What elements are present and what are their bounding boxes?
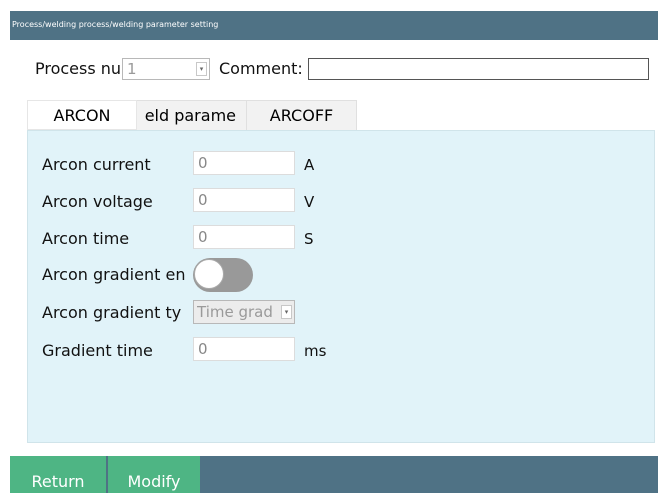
- gradient-time-unit: ms: [304, 342, 327, 360]
- toggle-knob: [194, 259, 224, 289]
- arcon-voltage-unit: V: [304, 193, 315, 211]
- tab-arcon[interactable]: ARCON: [27, 100, 137, 130]
- arcon-voltage-label: Arcon voltage: [42, 192, 153, 211]
- arcon-voltage-input[interactable]: 0: [193, 188, 295, 212]
- gradient-time-value: 0: [198, 340, 208, 358]
- arcon-gradient-enable-toggle[interactable]: [193, 258, 253, 292]
- arcon-time-input[interactable]: 0: [193, 225, 295, 249]
- arcon-gradient-type-select[interactable]: Time grad ▾: [193, 300, 295, 324]
- gradient-time-label: Gradient time: [42, 341, 153, 360]
- arcon-gradient-enable-label: Arcon gradient en: [42, 265, 186, 284]
- tab-content-panel: [27, 130, 655, 443]
- return-button[interactable]: Return: [10, 456, 106, 493]
- comment-input[interactable]: [308, 58, 649, 80]
- title-bar: Process/welding process/welding paramete…: [10, 11, 658, 40]
- gradient-time-input[interactable]: 0: [193, 337, 295, 361]
- process-number-label: Process nu: [35, 59, 122, 78]
- arcon-gradient-type-label: Arcon gradient ty: [42, 303, 182, 322]
- chevron-down-icon[interactable]: ▾: [281, 305, 292, 319]
- arcon-gradient-type-value: Time grad: [197, 303, 273, 321]
- arcon-time-label: Arcon time: [42, 229, 130, 248]
- tab-arcoff[interactable]: ARCOFF: [247, 100, 357, 130]
- chevron-down-icon[interactable]: ▾: [196, 62, 207, 76]
- tab-weld-parameters-label: eld parame: [144, 106, 236, 125]
- arcon-current-label: Arcon current: [42, 155, 151, 174]
- process-number-select[interactable]: 1 ▾: [122, 58, 210, 80]
- arcon-current-value: 0: [198, 154, 208, 172]
- arcon-voltage-value: 0: [198, 191, 208, 209]
- arcon-time-value: 0: [198, 228, 208, 246]
- arcon-time-unit: S: [304, 230, 314, 248]
- comment-label: Comment:: [219, 59, 303, 78]
- modify-button[interactable]: Modify: [108, 456, 200, 493]
- process-number-value: 1: [127, 60, 137, 78]
- window-title: Process/welding process/welding paramete…: [12, 20, 219, 29]
- arcon-current-input[interactable]: 0: [193, 151, 295, 175]
- tab-weld-parameters[interactable]: eld parame: [137, 100, 247, 130]
- arcon-current-unit: A: [304, 156, 315, 174]
